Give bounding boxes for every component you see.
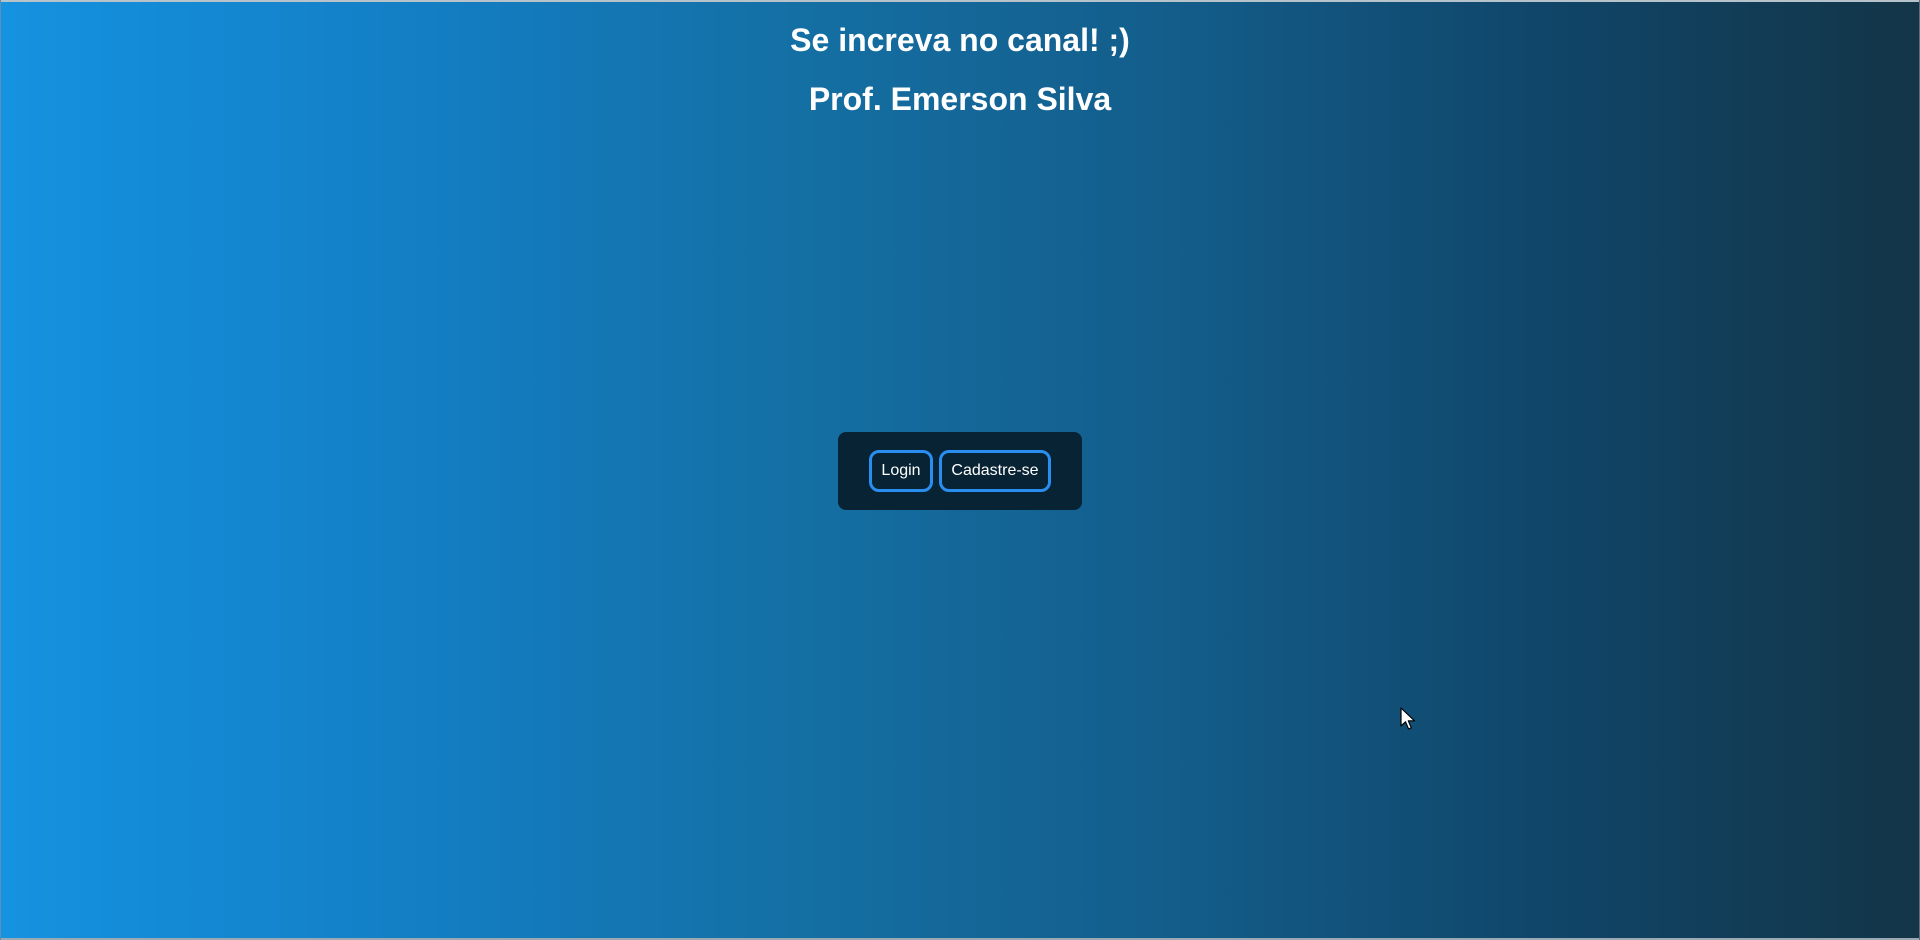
window-left-border (0, 0, 1, 940)
window-top-border (0, 0, 1920, 2)
mouse-pointer-icon (1400, 707, 1416, 730)
auth-button-panel: Login Cadastre-se (838, 432, 1082, 510)
page-header: Se increva no canal! ;) Prof. Emerson Si… (0, 20, 1920, 119)
login-button[interactable]: Login (869, 450, 933, 492)
subscribe-heading: Se increva no canal! ;) (790, 22, 1130, 58)
signup-button[interactable]: Cadastre-se (939, 450, 1051, 492)
author-heading: Prof. Emerson Silva (808, 81, 1112, 117)
